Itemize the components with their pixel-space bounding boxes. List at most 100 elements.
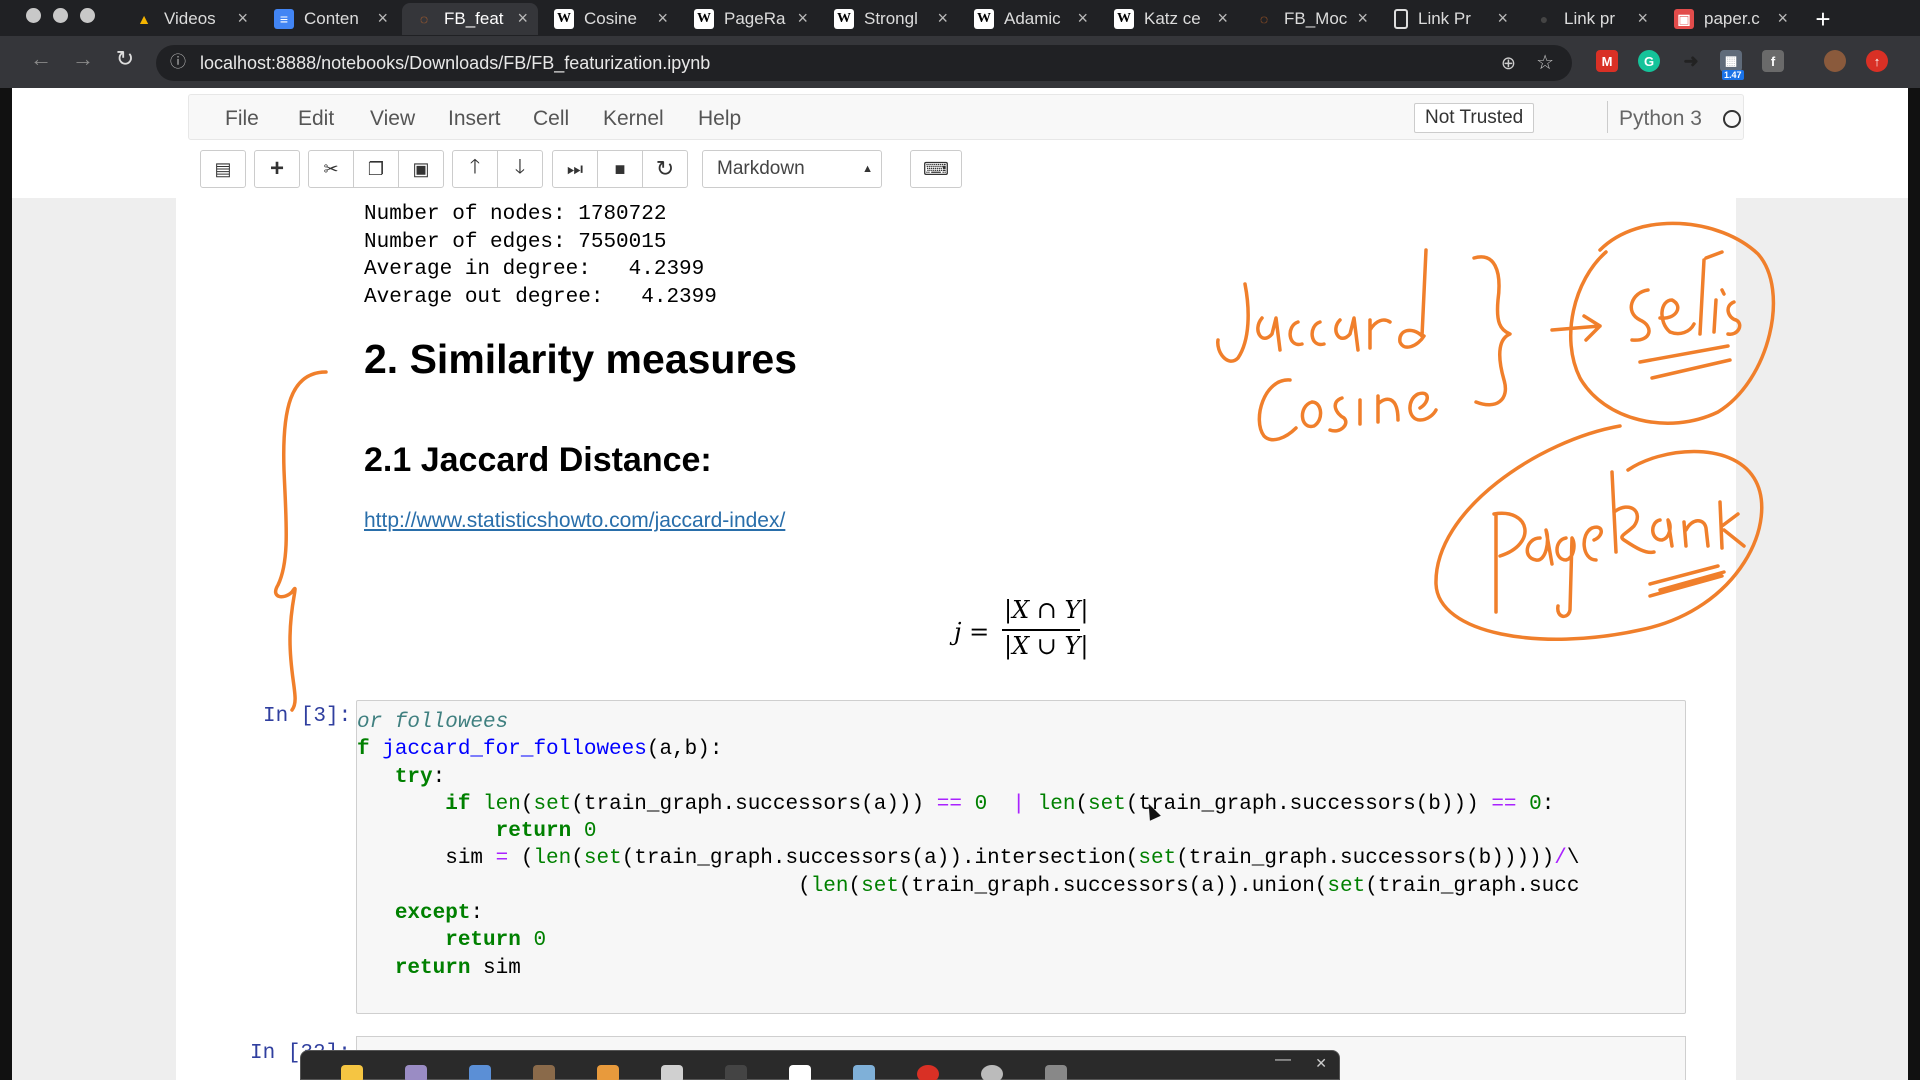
camera-icon[interactable]	[981, 1065, 1003, 1080]
rocket-icon[interactable]	[661, 1065, 683, 1080]
jaccard-index-link[interactable]: http://www.statisticshowto.com/jaccard-i…	[364, 509, 785, 533]
fraction-bar	[1002, 629, 1080, 631]
paste-icon[interactable]: ▣	[398, 150, 444, 188]
keyboard-icon[interactable]: ⌨	[910, 150, 962, 188]
gmail-extension-icon[interactable]: M	[1596, 50, 1618, 72]
close-tab-icon[interactable]: ×	[517, 8, 528, 29]
dock-icons	[341, 1065, 1067, 1080]
restart-icon[interactable]: ↻	[642, 150, 688, 188]
close-tab-icon[interactable]: ×	[1637, 8, 1648, 29]
kernel-status-icon	[1723, 110, 1741, 128]
code-comment: or followees	[357, 711, 509, 734]
close-tab-icon[interactable]: ×	[797, 8, 808, 29]
back-arrow-icon[interactable]: ←	[24, 46, 58, 72]
close-tab-icon[interactable]: ×	[1777, 8, 1788, 29]
new-tab-button[interactable]: +	[1806, 4, 1840, 35]
menu-edit[interactable]: Edit	[298, 107, 334, 131]
close-tab-icon[interactable]: ×	[657, 8, 668, 29]
app-icon[interactable]	[405, 1065, 427, 1080]
browser-tab-active[interactable]: ◌ FB_feat ×	[402, 3, 538, 35]
browser-tab[interactable]: W Adamic ×	[962, 3, 1098, 35]
info-icon[interactable]: ⓘ	[170, 45, 186, 81]
formula-denominator: |X ∪ Y|	[1004, 632, 1089, 660]
wikipedia-icon: W	[974, 9, 994, 29]
input-prompt: In [3]:	[263, 705, 352, 728]
not-trusted-button[interactable]: Not Trusted	[1414, 103, 1535, 133]
grammarly-extension-icon[interactable]: G	[1638, 50, 1660, 72]
browser-tab[interactable]: ◌ FB_Moc ×	[1242, 3, 1378, 35]
url-input[interactable]: ⓘ localhost:8888/notebooks/Downloads/FB/…	[156, 45, 1572, 81]
close-tab-icon[interactable]: ×	[1497, 8, 1508, 29]
browser-tab[interactable]: ● Link pr ×	[1522, 3, 1658, 35]
wikipedia-icon: W	[1114, 9, 1134, 29]
star-app-icon[interactable]	[341, 1065, 363, 1080]
close-window-button[interactable]	[26, 8, 41, 23]
formula-numerator: |X ∩ Y|	[1004, 596, 1089, 624]
run-icon[interactable]: ⏭	[552, 150, 598, 188]
move-down-icon[interactable]: 🡓	[497, 150, 543, 188]
close-tab-icon[interactable]: ×	[237, 8, 248, 29]
menu-insert[interactable]: Insert	[448, 107, 501, 131]
forward-arrow-icon[interactable]: →	[66, 46, 100, 72]
close-tab-icon[interactable]: ×	[1217, 8, 1228, 29]
jupyter-header: File Edit View Insert Cell Kernel Help N…	[12, 88, 1908, 198]
google-docs-icon: ≡	[274, 9, 294, 29]
insert-cell-icon[interactable]: +	[254, 150, 300, 188]
jupyter-icon: ◌	[1259, 11, 1269, 27]
cell-type-select[interactable]: Markdown ▲	[702, 150, 882, 188]
extension-badge-icon[interactable]: ▦ 1.47	[1720, 50, 1744, 80]
zoom-icon[interactable]: ⊕	[1501, 45, 1516, 81]
pointer-icon[interactable]	[725, 1065, 747, 1080]
cut-icon[interactable]: ✂	[308, 150, 354, 188]
gear-icon[interactable]	[1045, 1065, 1067, 1080]
app-icon[interactable]	[469, 1065, 491, 1080]
arrow-extension-icon[interactable]: ➜	[1680, 50, 1702, 72]
formula-lhs: j =	[954, 618, 990, 646]
wikipedia-icon: W	[554, 9, 574, 29]
save-icon[interactable]: ▤	[200, 150, 246, 188]
browser-tab[interactable]: Link Pr ×	[1382, 3, 1518, 35]
browser-tab[interactable]: W Katz ce ×	[1102, 3, 1238, 35]
close-tab-icon[interactable]: ×	[1357, 8, 1368, 29]
browser-tab[interactable]: W Cosine ×	[542, 3, 678, 35]
browser-tab[interactable]: ▲ Videos ×	[122, 3, 258, 35]
reload-icon[interactable]: ↻	[108, 46, 142, 72]
browser-tab[interactable]: ▣ paper.c ×	[1662, 3, 1798, 35]
menu-cell[interactable]: Cell	[533, 107, 569, 131]
wikipedia-icon: W	[834, 9, 854, 29]
minimize-window-button[interactable]	[53, 8, 68, 23]
minimize-icon[interactable]: —	[1275, 1051, 1291, 1069]
close-tab-icon[interactable]: ×	[377, 8, 388, 29]
browser-tab[interactable]: W Strongl ×	[822, 3, 958, 35]
browser-tab[interactable]: ≡ Conten ×	[262, 3, 398, 35]
maximize-window-button[interactable]	[80, 8, 95, 23]
google-drive-icon: ▲	[137, 11, 151, 27]
close-icon[interactable]: ✕	[1315, 1055, 1327, 1072]
code-editor[interactable]: or followees f jaccard_for_followees(a,b…	[357, 709, 1579, 982]
output-line: Number of edges: 7550015	[364, 230, 667, 254]
bookmark-star-icon[interactable]: ☆	[1536, 45, 1554, 81]
output-line: Average out degree: 4.2399	[364, 285, 717, 309]
whiteboard-icon[interactable]	[789, 1065, 811, 1080]
record-icon[interactable]	[917, 1065, 939, 1080]
menu-help[interactable]: Help	[698, 107, 741, 131]
floating-dock: — ✕	[300, 1050, 1340, 1080]
app-icon[interactable]	[853, 1065, 875, 1080]
stop-icon[interactable]: ■	[597, 150, 643, 188]
facebook-extension-icon[interactable]: f	[1762, 50, 1784, 72]
close-tab-icon[interactable]: ×	[937, 8, 948, 29]
code-cell[interactable]: or followees f jaccard_for_followees(a,b…	[356, 700, 1686, 1014]
update-icon[interactable]: ↑	[1866, 50, 1888, 72]
browser-tab[interactable]: W PageRa ×	[682, 3, 818, 35]
close-tab-icon[interactable]: ×	[1077, 8, 1088, 29]
copy-icon[interactable]: ❐	[353, 150, 399, 188]
move-up-icon[interactable]: 🡑	[452, 150, 498, 188]
avatar[interactable]	[1824, 50, 1846, 72]
menu-kernel[interactable]: Kernel	[603, 107, 664, 131]
menu-file[interactable]: File	[225, 107, 259, 131]
menu-view[interactable]: View	[370, 107, 415, 131]
app-icon[interactable]	[533, 1065, 555, 1080]
file-icon	[1394, 9, 1408, 29]
browser-tab-bar: ▲ Videos × ≡ Conten × ◌ FB_feat × W Cosi…	[0, 0, 1920, 36]
pencil-icon[interactable]	[597, 1065, 619, 1080]
